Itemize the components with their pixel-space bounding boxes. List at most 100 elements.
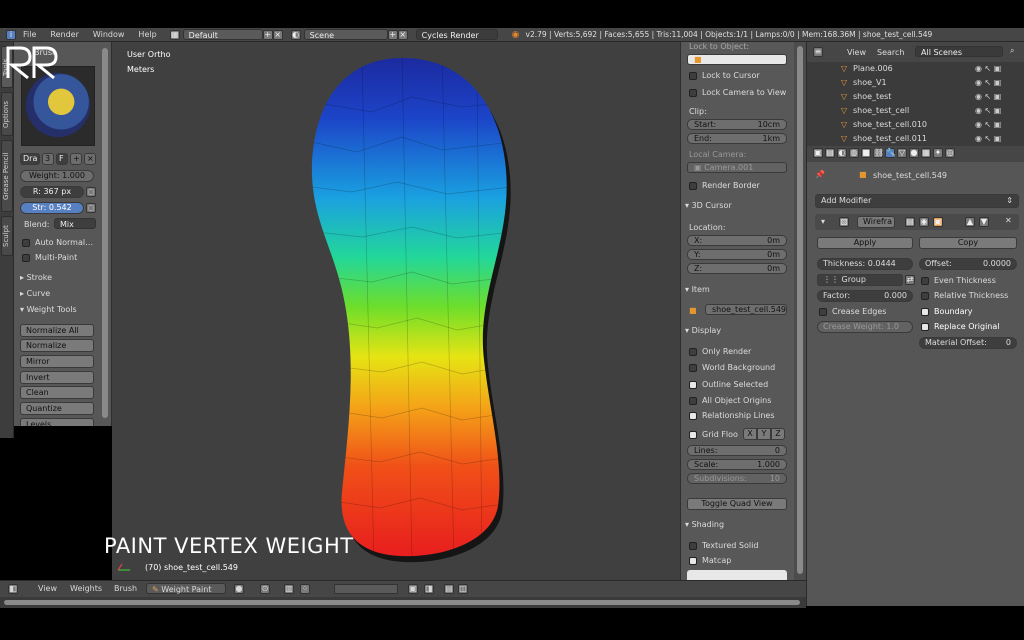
textured-solid-box[interactable] [689, 541, 697, 550]
lock-camera-box[interactable] [689, 88, 697, 97]
multi-paint-checkbox[interactable]: Multi-Paint [22, 253, 77, 262]
menu-window[interactable]: Window [86, 30, 132, 39]
outliner-row[interactable]: ▽ Plane.006 ◉ ↖ ▣ [807, 62, 1017, 76]
replace-original-box[interactable] [921, 322, 929, 331]
move-up-icon[interactable]: ▲ [965, 217, 975, 227]
vertex-mask-icon[interactable]: ⁘ [300, 584, 310, 594]
stroke-panel-header[interactable]: ▸ Stroke [20, 273, 52, 282]
vertex-group-field[interactable]: ⋮⋮ Group [817, 274, 903, 286]
grid-scale-field[interactable]: Scale: 1.000 [687, 459, 787, 470]
snapshot-icon[interactable]: ◫ [458, 584, 468, 594]
multi-paint-box[interactable] [22, 253, 30, 262]
lock-layers-icon[interactable]: ▣ [408, 584, 418, 594]
visibility-icons[interactable]: ◉ ↖ ▣ [975, 62, 1001, 76]
display-mode-select[interactable]: All Scenes [915, 46, 1003, 57]
thickness-field[interactable]: Thickness: 0.0444 [817, 258, 913, 270]
auto-normalize-checkbox[interactable]: Auto Normal… [22, 238, 93, 247]
remove-brush-icon[interactable]: × [84, 153, 96, 165]
3d-cursor-panel-header[interactable]: ▾ 3D Cursor [685, 201, 732, 210]
radius-slider[interactable]: R: 367 px [20, 186, 84, 198]
brush-name-field[interactable]: Dra [20, 153, 40, 165]
add-layout-icon[interactable]: + [262, 29, 273, 40]
world-tab-icon[interactable]: ◍ [849, 148, 859, 158]
scene-select[interactable]: Scene [303, 29, 388, 40]
cursor-z-field[interactable]: Z: 0m [687, 263, 787, 274]
grid-floor-checkbox[interactable]: Grid Floo [689, 430, 738, 439]
outliner-row[interactable]: ▽ shoe_test_cell.010 ◉ ↖ ▣ [807, 118, 1017, 132]
menu-file[interactable]: File [16, 30, 43, 39]
display-panel-header[interactable]: ▾ Display [685, 326, 721, 335]
scene-tab-icon[interactable]: ◐ [837, 148, 847, 158]
render-toggle-icon[interactable]: ▣ [933, 217, 943, 227]
layer-buttons[interactable] [334, 584, 398, 594]
material-tab-icon[interactable]: ● [909, 148, 919, 158]
visibility-icons[interactable]: ◉ ↖ ▣ [975, 90, 1001, 104]
3d-viewport[interactable]: User Ortho Meters (70) shoe_test_cell.54… [112, 42, 680, 580]
remove-modifier-icon[interactable]: ✕ [1005, 216, 1012, 225]
remove-layout-icon[interactable]: × [272, 29, 283, 40]
clip-start-field[interactable]: Start: 10cm [687, 119, 787, 130]
collapse-arrow-icon[interactable]: ▾ [821, 217, 825, 226]
matcap-preview[interactable] [687, 570, 787, 580]
weight-tools-panel-header[interactable]: ▾ Weight Tools [20, 305, 77, 314]
crease-edges-box[interactable] [819, 307, 827, 316]
outline-selected-checkbox[interactable]: Outline Selected [689, 380, 768, 389]
cursor-y-field[interactable]: Y: 0m [687, 249, 787, 260]
particles-tab-icon[interactable]: ✦ [933, 148, 943, 158]
normalize-all-button[interactable]: Normalize All [20, 324, 94, 337]
modifier-name-field[interactable]: Wirefra [857, 216, 895, 228]
mirror-button[interactable]: Mirror [20, 355, 94, 368]
apply-button[interactable]: Apply [817, 237, 913, 249]
relationship-lines-checkbox[interactable]: Relationship Lines [689, 411, 775, 420]
face-mask-icon[interactable]: ▥ [284, 584, 294, 594]
world-background-box[interactable] [689, 363, 697, 372]
visibility-icons[interactable]: ◉ ↖ ▣ [975, 104, 1001, 118]
properties-shelf-scrollbar[interactable] [794, 42, 806, 580]
outline-selected-box[interactable] [689, 380, 697, 389]
tab-sculpt[interactable]: Sculpt [1, 216, 13, 256]
move-down-icon[interactable]: ▼ [979, 217, 989, 227]
lock-to-cursor-checkbox[interactable]: Lock to Cursor [689, 71, 760, 80]
boundary-checkbox[interactable]: Boundary [921, 307, 973, 316]
clip-end-field[interactable]: End: 1km [687, 133, 787, 144]
editmode-toggle-icon[interactable]: ▤ [905, 217, 915, 227]
all-object-origins-checkbox[interactable]: All Object Origins [689, 396, 771, 405]
mode-select[interactable]: ✎ Weight Paint [146, 583, 226, 594]
invert-group-icon[interactable]: ⇄ [905, 275, 915, 285]
radius-pressure-icon[interactable]: ◌ [86, 187, 96, 197]
render-animation-icon[interactable]: ▤ [444, 584, 454, 594]
modifiers-tab-icon[interactable]: 🔧 [885, 148, 896, 158]
crease-edges-checkbox[interactable]: Crease Edges [819, 307, 886, 316]
axis-z-toggle[interactable]: Z [771, 428, 785, 440]
only-render-checkbox[interactable]: Only Render [689, 347, 751, 356]
visibility-icons[interactable]: ◉ ↖ ▣ [975, 118, 1001, 132]
shading-panel-header[interactable]: ▾ Shading [685, 520, 724, 529]
viewport-shading-icon[interactable]: ● [234, 584, 244, 594]
add-modifier-dropdown[interactable]: Add Modifier ⇕ [815, 194, 1019, 208]
offset-field[interactable]: Offset: 0.0000 [919, 258, 1017, 270]
normalize-button[interactable]: Normalize [20, 339, 94, 352]
lock-to-cursor-box[interactable] [689, 71, 697, 80]
axis-y-toggle[interactable]: Y [757, 428, 771, 440]
brush-fake-user[interactable]: F [56, 153, 68, 165]
add-brush-icon[interactable]: + [70, 153, 82, 165]
strength-slider[interactable]: Str: 0.542 [20, 202, 84, 214]
render-icon[interactable]: ◨ [424, 584, 434, 594]
data-tab-icon[interactable]: ▽ [897, 148, 907, 158]
shoe-sole-mesh[interactable] [112, 42, 680, 580]
levels-button[interactable]: Levels [20, 418, 94, 426]
menu-weights[interactable]: Weights [70, 584, 102, 593]
viewport-toggle-icon[interactable]: ◉ [919, 217, 929, 227]
timeline-scrollbar[interactable] [0, 597, 806, 608]
pin-icon[interactable]: 📌 [815, 170, 825, 179]
textured-solid-checkbox[interactable]: Textured Solid [689, 541, 758, 550]
outliner-editor-icon[interactable]: ≡ [813, 47, 823, 57]
add-scene-icon[interactable]: + [387, 29, 398, 40]
outliner-row[interactable]: ▽ shoe_V1 ◉ ↖ ▣ [807, 76, 1017, 90]
item-name-field[interactable]: shoe_test_cell.549 [705, 304, 787, 315]
grid-lines-field[interactable]: Lines: 0 [687, 445, 787, 456]
local-camera-field[interactable]: ▣ Camera.001 [687, 162, 787, 173]
tool-shelf-scrollbar[interactable] [102, 48, 108, 418]
auto-normalize-box[interactable] [22, 238, 30, 247]
crease-weight-field[interactable]: Crease Weight: 1.0 [817, 321, 913, 333]
